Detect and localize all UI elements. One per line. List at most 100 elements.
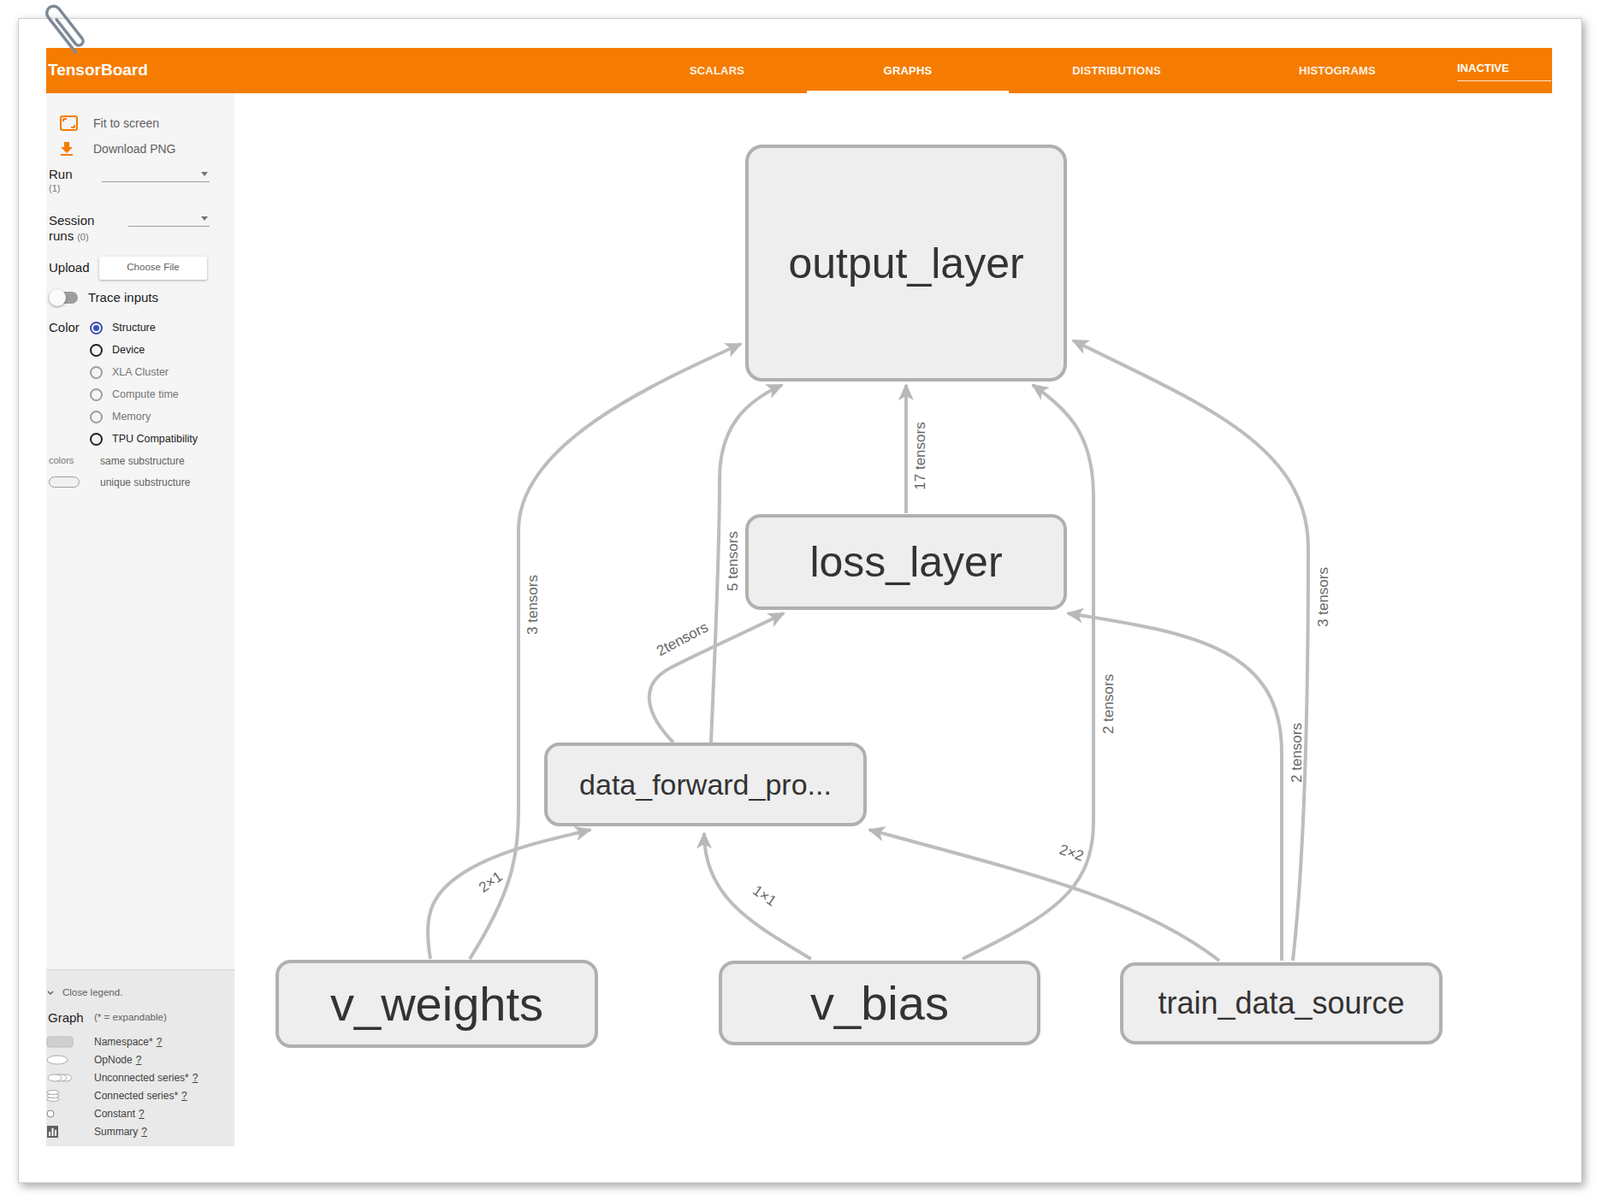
graph-edge[interactable] bbox=[904, 385, 908, 514]
tab-label[interactable]: SCALARS bbox=[689, 62, 745, 80]
fit-screen-icon[interactable] bbox=[46, 115, 94, 131]
color-label: Color bbox=[46, 316, 90, 339]
run-select[interactable] bbox=[101, 171, 210, 183]
trace-row: Trace inputs bbox=[46, 286, 235, 309]
nav-tab[interactable]: GRAPHS bbox=[806, 47, 1009, 94]
color-option: Compute time bbox=[89, 383, 198, 406]
graph-edge[interactable] bbox=[427, 829, 591, 960]
node-label[interactable]: loss_layer bbox=[809, 540, 1002, 584]
graph-node[interactable]: train_data_source bbox=[1120, 962, 1443, 1045]
choose-file-button[interactable]: Choose File bbox=[99, 256, 208, 280]
download-icon[interactable] bbox=[46, 141, 94, 157]
nav-tab[interactable]: SCALARS bbox=[627, 47, 807, 94]
edge-label: 2 tensors bbox=[1100, 674, 1117, 735]
action-label[interactable]: Fit to screen bbox=[93, 114, 160, 133]
inactive-menu[interactable]: INACTIVE bbox=[1457, 57, 1552, 82]
edge-label: 1×1 bbox=[749, 882, 780, 910]
graph-edge[interactable] bbox=[704, 833, 812, 960]
color-option: Memory bbox=[89, 405, 198, 428]
legend-item-label: Connected series* bbox=[94, 1088, 178, 1104]
radio-button[interactable] bbox=[89, 432, 103, 446]
edge-label: 2×2 bbox=[1057, 841, 1086, 866]
trace-label[interactable]: Trace inputs bbox=[88, 288, 159, 309]
session-row: Session runs(0) bbox=[46, 213, 235, 245]
legend-help-link[interactable]: ? bbox=[136, 1052, 143, 1068]
action-label[interactable]: Download PNG bbox=[93, 140, 177, 159]
edge-label: 2tensors bbox=[653, 618, 711, 659]
color-option-label[interactable]: TPU Compatibility bbox=[112, 431, 198, 448]
edge-label: 5 tensors bbox=[724, 531, 741, 592]
paperclip-icon bbox=[32, 0, 95, 57]
node-label[interactable]: data_forward_pro... bbox=[579, 770, 832, 800]
legend-help-link[interactable]: ? bbox=[181, 1088, 188, 1104]
color-legend-row: unique substructure bbox=[46, 471, 235, 493]
radio-button bbox=[89, 388, 103, 402]
color-option[interactable]: TPU Compatibility bbox=[89, 427, 198, 451]
legend-help-link[interactable]: ? bbox=[156, 1034, 163, 1050]
chevron-down-icon[interactable] bbox=[47, 990, 54, 996]
nav-tab[interactable]: DISTRIBUTIONS bbox=[1008, 47, 1225, 94]
dropdown-caret-icon[interactable] bbox=[201, 171, 208, 177]
legend-title: Graph bbox=[46, 1008, 95, 1029]
nav-tab[interactable]: HISTOGRAMS bbox=[1224, 47, 1451, 94]
opnode-icon bbox=[46, 1054, 95, 1067]
summary-icon bbox=[46, 1125, 95, 1138]
color-legend-label: colors bbox=[48, 453, 74, 469]
node-label[interactable]: output_layer bbox=[788, 242, 1024, 285]
legend-help-link[interactable]: ? bbox=[138, 1106, 145, 1122]
connected-icon bbox=[46, 1090, 95, 1103]
graph-node[interactable]: v_bias bbox=[718, 960, 1041, 1046]
graph-edge[interactable] bbox=[869, 829, 1220, 961]
inactive-label[interactable]: INACTIVE bbox=[1457, 61, 1510, 75]
node-label[interactable]: v_bias bbox=[810, 979, 949, 1028]
app-title[interactable]: TensorBoard bbox=[47, 58, 149, 83]
node-label[interactable]: v_weights bbox=[330, 980, 544, 1029]
tab-label[interactable]: GRAPHS bbox=[883, 62, 933, 80]
trace-toggle[interactable] bbox=[48, 291, 78, 304]
legend-help-link[interactable]: ? bbox=[192, 1070, 199, 1086]
legend-toggle[interactable]: Close legend. bbox=[46, 985, 235, 1002]
color-legend-row: colors same substructure bbox=[46, 450, 235, 472]
edge-label: 3 tensors bbox=[1315, 567, 1332, 628]
session-count: (0) bbox=[77, 231, 89, 243]
color-option[interactable]: Device bbox=[89, 338, 198, 362]
radio-button[interactable] bbox=[89, 343, 103, 357]
color-option-label[interactable]: Structure bbox=[112, 320, 156, 337]
legend-item: Unconnected series*? bbox=[46, 1068, 235, 1087]
color-option[interactable]: Structure bbox=[89, 316, 198, 339]
run-row: Run(1) bbox=[46, 166, 235, 195]
radio-button[interactable] bbox=[89, 321, 103, 335]
color-option: XLA Cluster bbox=[89, 361, 198, 384]
graph-canvas[interactable]: 3 tensors5 tensors17 tensors2 tensors3 t… bbox=[234, 93, 1553, 1147]
edge-label: 3 tensors bbox=[524, 574, 541, 635]
page-frame: TensorBoard SCALARS GRAPHS DISTRIBUTIONS HIS… bbox=[17, 17, 1583, 1184]
brand[interactable]: TensorBoard bbox=[46, 58, 628, 83]
legend-item-label: OpNode bbox=[94, 1052, 133, 1068]
tab-label[interactable]: HISTOGRAMS bbox=[1298, 62, 1376, 80]
graph-node[interactable]: loss_layer bbox=[745, 514, 1067, 611]
sidebar: Fit to screen Download PNG Run(1) Session r… bbox=[46, 93, 235, 1147]
dropdown-caret-icon[interactable] bbox=[201, 216, 208, 221]
toggle-knob[interactable] bbox=[48, 289, 66, 307]
legend-toggle-label[interactable]: Close legend. bbox=[62, 985, 123, 1001]
sidebar-action[interactable]: Download PNG bbox=[46, 136, 235, 162]
graph-edge[interactable] bbox=[1072, 340, 1309, 961]
session-select[interactable] bbox=[128, 216, 210, 227]
graph-edge[interactable] bbox=[649, 613, 784, 743]
run-count: (1) bbox=[48, 182, 102, 195]
legend-help-link[interactable]: ? bbox=[141, 1124, 148, 1140]
node-label[interactable]: train_data_source bbox=[1157, 988, 1405, 1020]
edge-label: 2 tensors bbox=[1288, 722, 1305, 783]
graph-node[interactable]: output_layer bbox=[745, 144, 1067, 382]
choose-file-label[interactable]: Choose File bbox=[126, 260, 179, 275]
graph-node[interactable]: v_weights bbox=[275, 960, 599, 1049]
color-legend-item: same substructure bbox=[100, 453, 185, 469]
legend-item-label: Constant bbox=[94, 1106, 136, 1122]
graph-edge[interactable] bbox=[1067, 613, 1282, 961]
color-option-label[interactable]: Device bbox=[112, 342, 145, 359]
color-options: Structure Device XLA ClusterCompute timeMe… bbox=[89, 316, 198, 451]
tab-label[interactable]: DISTRIBUTIONS bbox=[1072, 62, 1162, 80]
graph-legend: Close legend.Graph(* = expandable)Namesp… bbox=[46, 969, 235, 1147]
graph-node[interactable]: data_forward_pro... bbox=[544, 742, 867, 827]
sidebar-action[interactable]: Fit to screen bbox=[46, 110, 235, 137]
